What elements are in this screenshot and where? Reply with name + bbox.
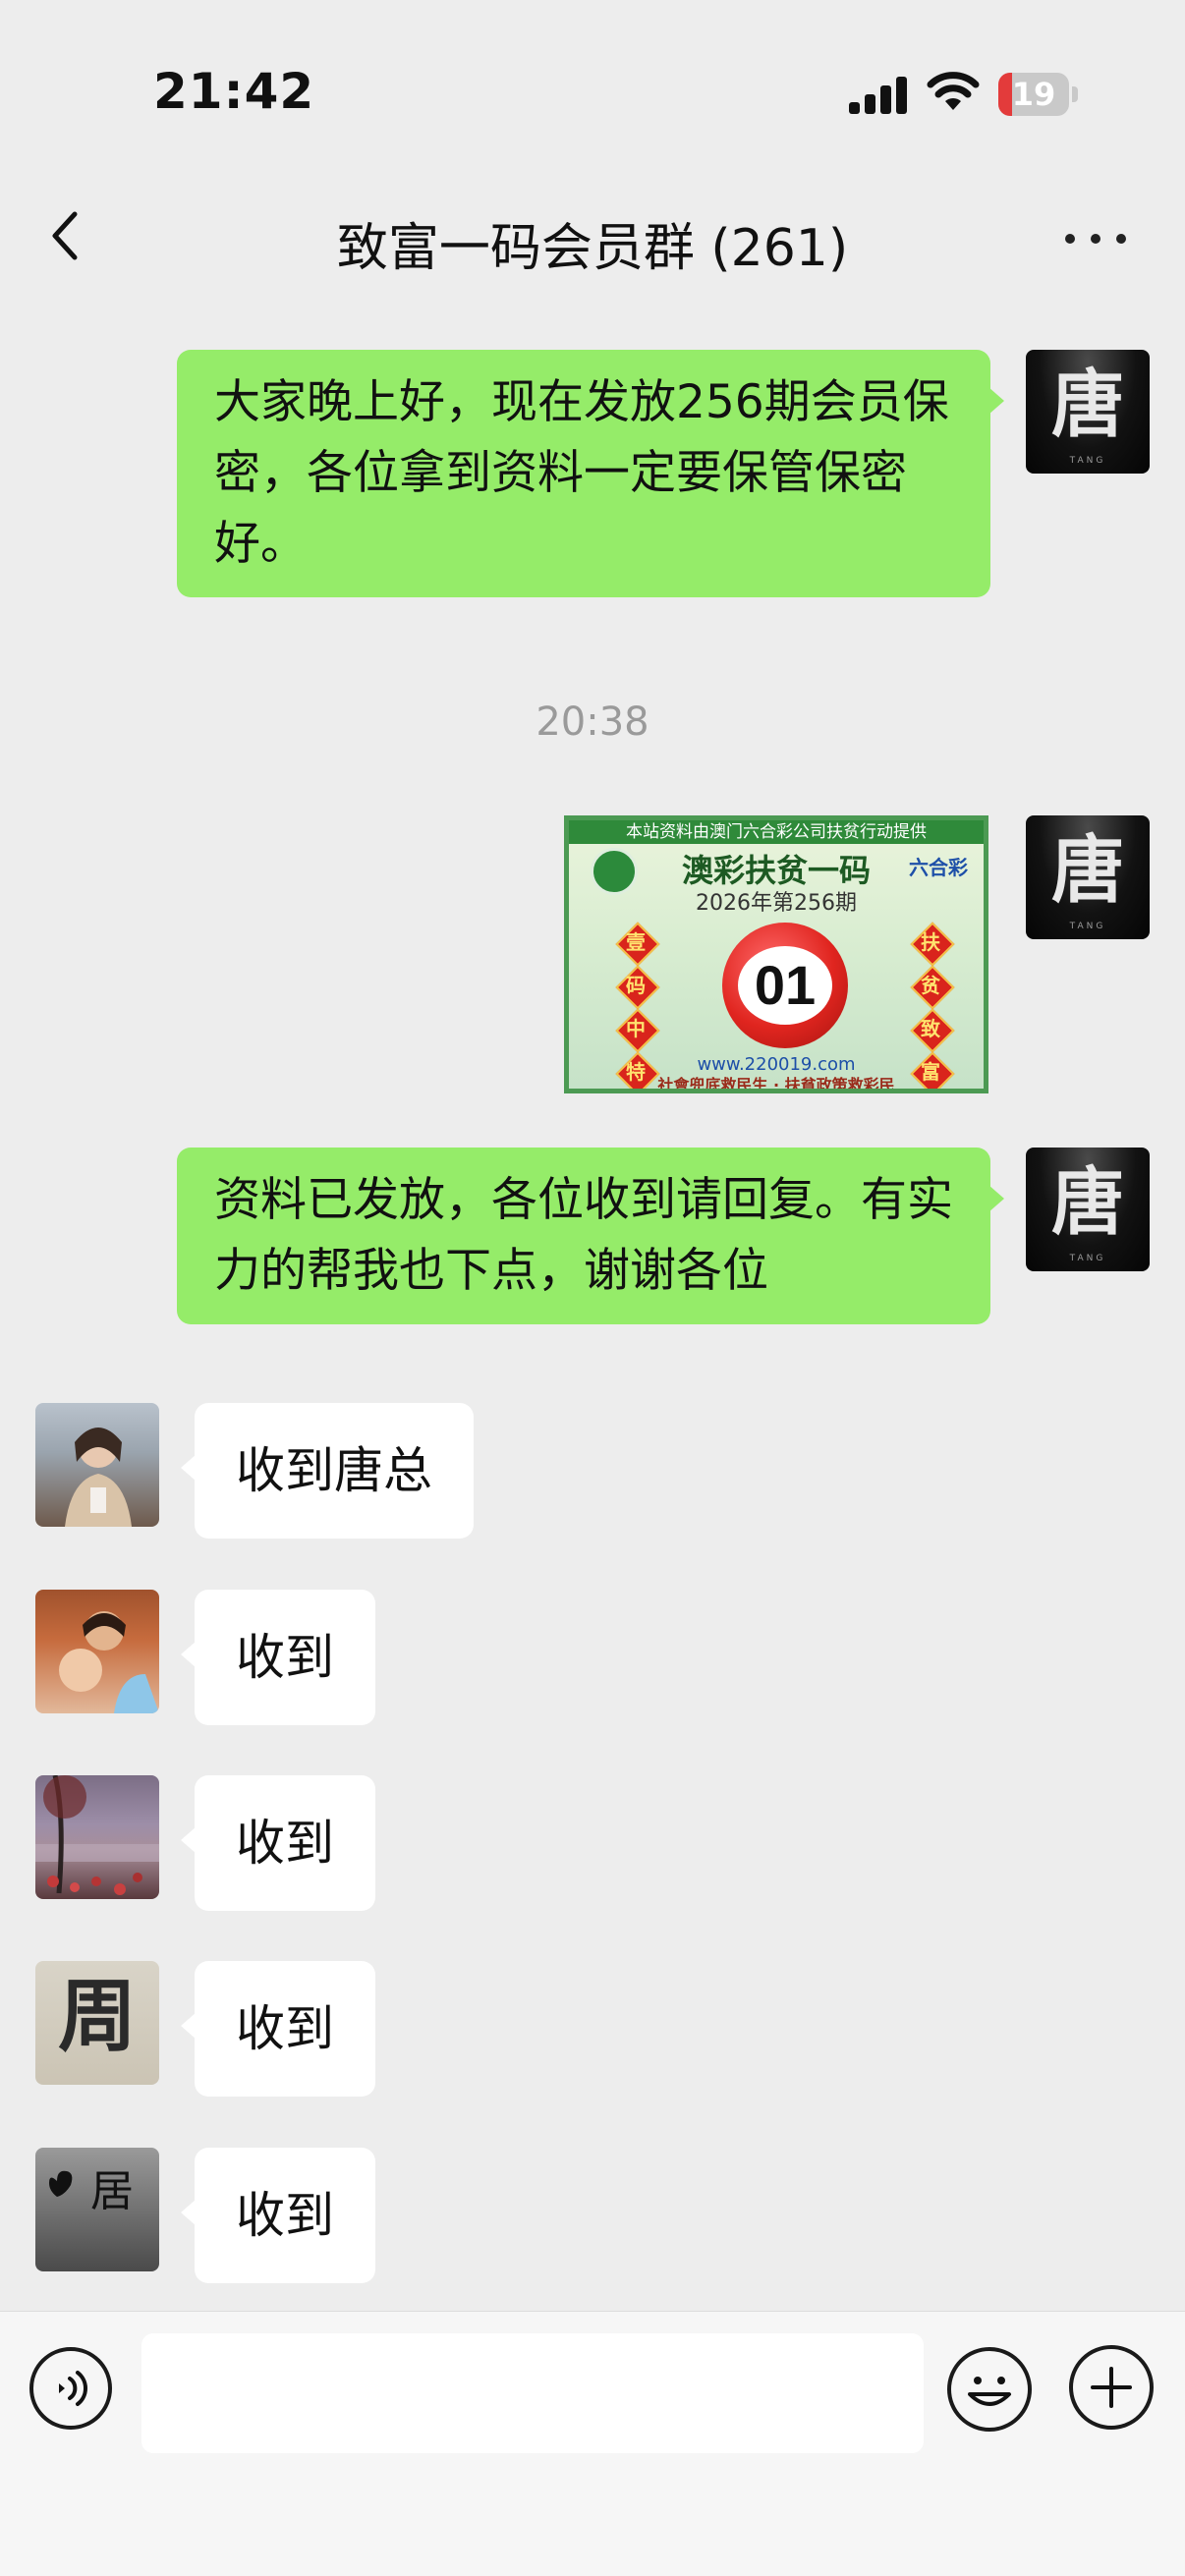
message-text: 大家晚上好，现在发放256期会员保密，各位拿到资料一定要保管保密好。: [214, 375, 949, 571]
avatar-member-1[interactable]: [35, 1403, 159, 1527]
more-functions-button[interactable]: [1069, 2345, 1154, 2430]
incoming-message[interactable]: 收到: [181, 1590, 375, 1725]
incoming-message[interactable]: 收到: [181, 1961, 375, 2097]
voice-icon: [59, 2371, 87, 2406]
avatar-tang[interactable]: 唐 TANG: [1026, 350, 1150, 474]
avatar-member-5[interactable]: 居: [35, 2148, 159, 2271]
outgoing-message[interactable]: 资料已发放，各位收到请回复。有实力的帮我也下点，谢谢各位: [177, 1148, 1004, 1324]
incoming-message[interactable]: 收到唐总: [181, 1403, 474, 1539]
message-text: 收到: [236, 2187, 334, 2244]
avatar-member-2[interactable]: [35, 1590, 159, 1713]
lottery-logo: 六合彩: [909, 856, 968, 879]
outgoing-message[interactable]: 大家晚上好，现在发放256期会员保密，各位拿到资料一定要保管保密好。: [177, 350, 1004, 597]
chat-header: 致富一码会员群 (261): [0, 187, 1185, 307]
avatar-tang[interactable]: 唐 TANG: [1026, 1148, 1150, 1271]
incoming-message[interactable]: 收到: [181, 2148, 375, 2283]
avatar-member-4[interactable]: 周: [35, 1961, 159, 2085]
battery-icon: 19: [998, 73, 1078, 116]
more-options-button[interactable]: [1061, 226, 1130, 250]
input-bar: [0, 2311, 1185, 2576]
message-text: 收到唐总: [236, 1442, 432, 1499]
avatar-member-3[interactable]: [35, 1775, 159, 1899]
status-bar: 21:42 19: [0, 0, 1185, 187]
message-text: 收到: [236, 1629, 334, 1686]
chat-title: 致富一码会员群 (261): [336, 219, 849, 278]
message-text: 收到: [236, 1815, 334, 1872]
chevron-left-icon: [52, 211, 78, 260]
lottery-ball: 01: [722, 923, 848, 1048]
cellular-signal-icon: [849, 77, 908, 114]
emoji-button[interactable]: [947, 2347, 1032, 2432]
voice-button[interactable]: [29, 2347, 112, 2430]
wifi-icon: [926, 69, 981, 114]
incoming-message[interactable]: 收到: [181, 1775, 375, 1911]
message-text: 资料已发放，各位收到请回复。有实力的帮我也下点，谢谢各位: [214, 1173, 953, 1298]
message-input[interactable]: [141, 2333, 924, 2453]
status-time: 21:42: [153, 63, 315, 120]
message-text: 收到: [236, 2000, 334, 2057]
plus-icon: [1091, 2367, 1132, 2408]
back-button[interactable]: [39, 208, 94, 263]
message-timestamp: 20:38: [536, 700, 649, 745]
image-message[interactable]: 本站资料由澳门六合彩公司扶贫行动提供 澳彩扶贫一码 六合彩 2026年第256期…: [564, 815, 988, 1093]
battery-level: 19: [1011, 76, 1056, 113]
avatar-tang[interactable]: 唐 TANG: [1026, 815, 1150, 939]
emoji-icon: [968, 2377, 1011, 2406]
